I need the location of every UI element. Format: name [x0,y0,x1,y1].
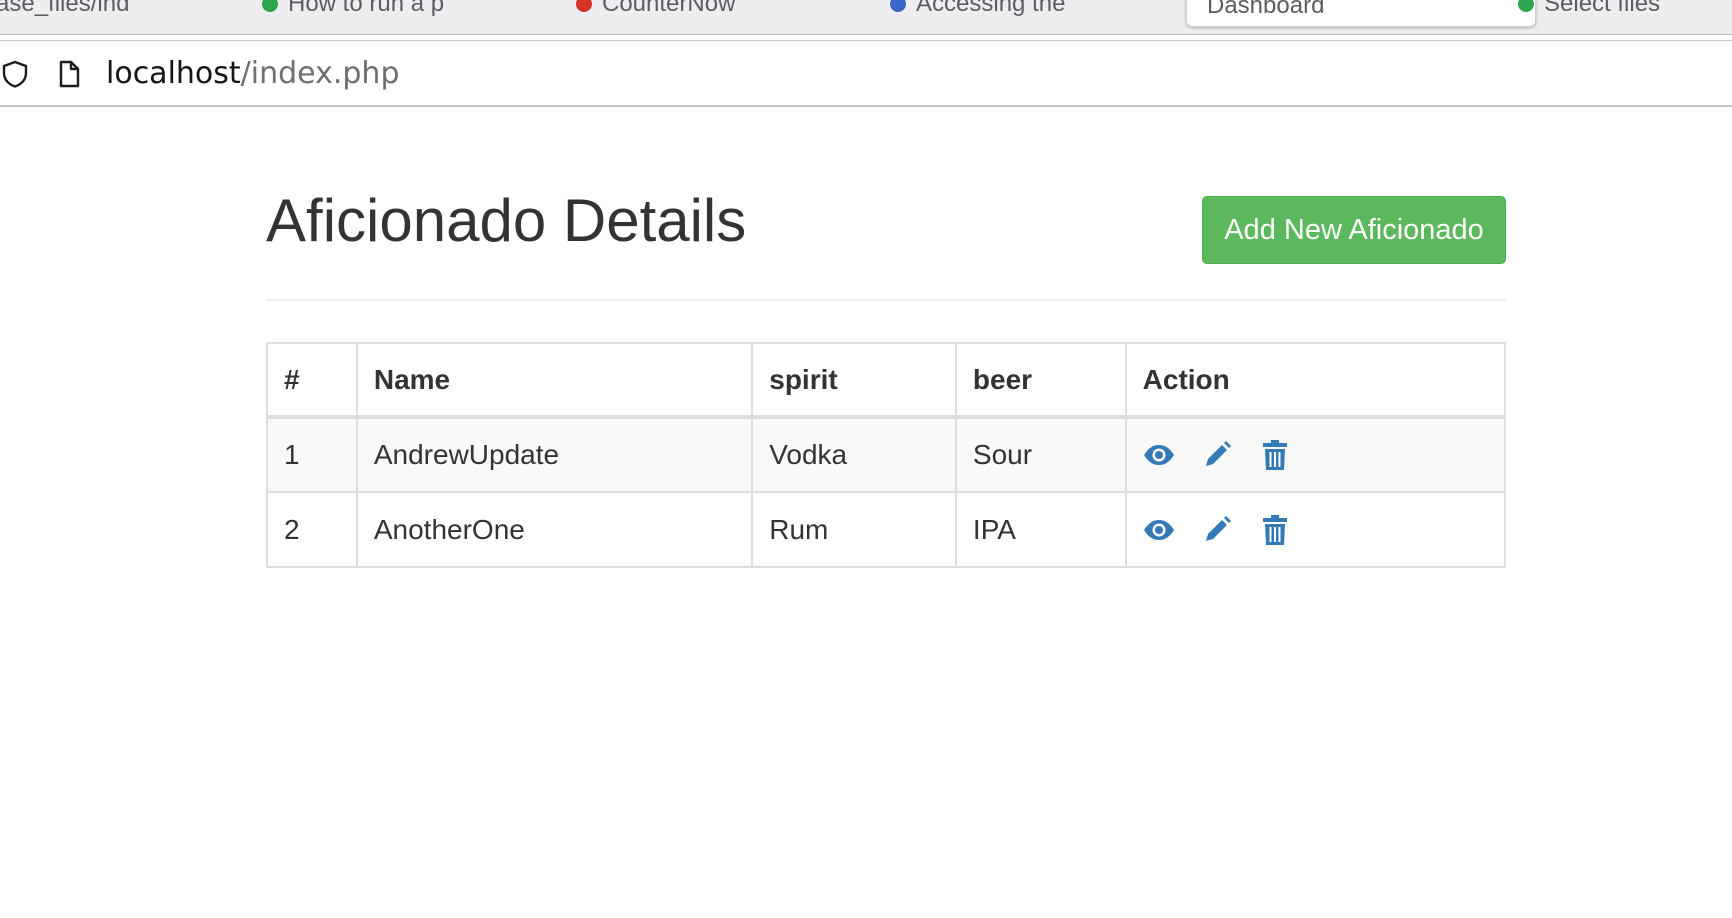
url-text[interactable]: localhost/index.php [106,57,400,91]
table-header-row: # Name spirit beer Action [266,342,1507,419]
cell-name: AnotherOne [355,491,754,568]
url-path: /index.php [240,56,400,91]
cell-spirit: Rum [751,491,957,568]
globe-icon [1518,0,1534,12]
tab-label: Select files [1544,0,1661,17]
browser-tab[interactable]: CounterNow [576,0,735,22]
cell-actions [1124,491,1507,568]
page-title: Aficionado Details [266,187,747,254]
delete-trash-icon[interactable] [1259,514,1291,546]
table-row: 2 AnotherOne Rum IPA [266,491,1507,568]
address-bar[interactable]: localhost/index.php [0,40,1732,107]
counter-icon [576,0,592,12]
globe-icon [890,0,906,12]
column-header-beer: beer [954,342,1127,419]
table-row: 1 AndrewUpdate Vodka Sour [266,416,1507,493]
page-icon [54,59,84,94]
browser-tab[interactable]: Select files [1518,0,1660,22]
url-host: localhost [106,56,241,91]
cell-number: 1 [266,416,358,493]
row-actions [1143,514,1488,546]
view-eye-icon[interactable] [1143,439,1175,471]
tab-label: Accessing the [916,0,1066,17]
cell-name: AndrewUpdate [355,416,754,493]
row-actions [1143,439,1488,471]
browser-tab[interactable]: ase_files/ind [0,0,129,22]
tab-label: CounterNow [602,0,736,17]
add-new-aficionado-button[interactable]: Add New Aficionado [1202,196,1506,264]
browser-tab[interactable]: Accessing the [890,0,1065,22]
edit-pencil-icon[interactable] [1201,439,1233,471]
header-divider [266,299,1506,301]
column-header-spirit: spirit [751,342,957,419]
cell-beer: Sour [954,416,1127,493]
globe-icon [262,0,278,12]
column-header-number: # [266,342,358,419]
aficionado-table: # Name spirit beer Action 1 AndrewUpdate… [266,342,1507,568]
edit-pencil-icon[interactable] [1201,514,1233,546]
cell-spirit: Vodka [751,416,957,493]
browser-tab[interactable]: How to run a p [262,0,444,22]
browser-tab-strip: ase_files/ind How to run a p CounterNow … [0,0,1732,35]
tab-label: How to run a p [288,0,445,17]
tab-label: Dashboard [1207,0,1325,19]
delete-trash-icon[interactable] [1259,439,1291,471]
shield-icon[interactable] [0,59,30,94]
cell-beer: IPA [954,491,1127,568]
tab-label: ase_files/ind [0,0,130,17]
cell-number: 2 [266,491,358,568]
column-header-action: Action [1124,342,1507,419]
cell-actions [1124,416,1507,493]
browser-tab-active[interactable]: Dashboard [1186,0,1536,27]
column-header-name: Name [355,342,754,419]
view-eye-icon[interactable] [1143,514,1175,546]
